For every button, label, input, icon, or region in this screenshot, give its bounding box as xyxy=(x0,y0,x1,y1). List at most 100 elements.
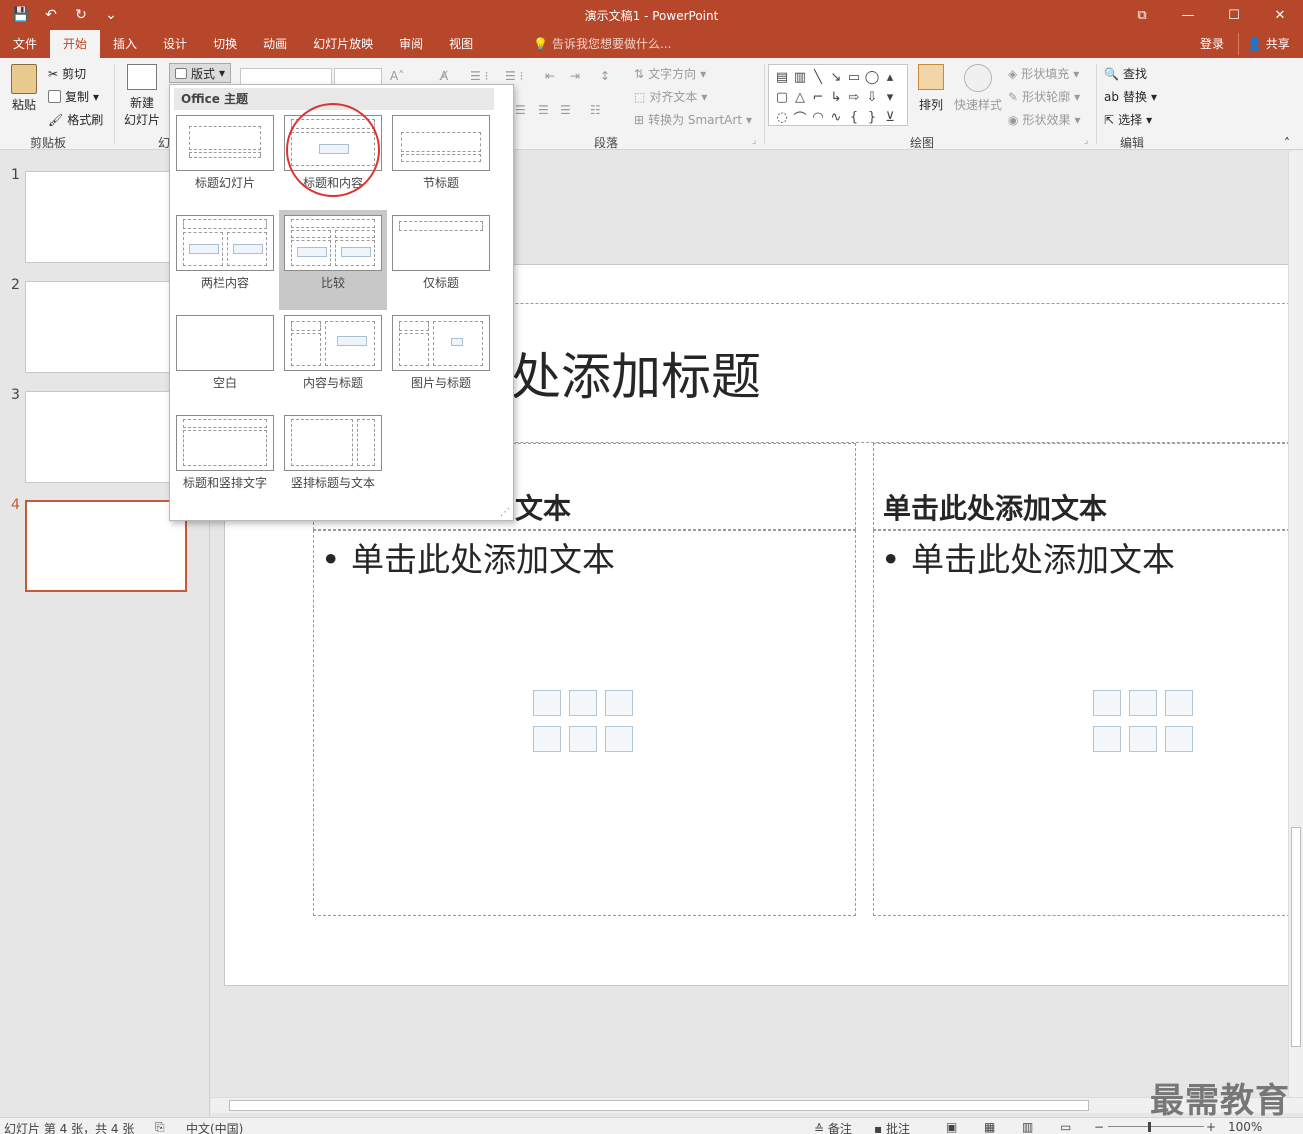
numbering-icon[interactable]: ☰ ⁝ xyxy=(505,69,523,83)
tab-review[interactable]: 审阅 xyxy=(386,30,436,58)
right-arrow-shape-icon[interactable]: ⇨ xyxy=(845,87,863,107)
shape-fill-button[interactable]: ◈ 形状填充 ▾ xyxy=(1008,65,1079,82)
zoom-in-icon[interactable]: + xyxy=(1206,1120,1216,1134)
zoom-slider[interactable] xyxy=(1108,1126,1204,1127)
left-brace-shape-icon[interactable]: { xyxy=(845,107,863,127)
resize-grip-icon[interactable]: ⋰ xyxy=(500,507,510,518)
convert-smartart-button[interactable]: ⊞ 转换为 SmartArt ▾ xyxy=(634,111,752,128)
paste-button[interactable]: 粘贴 xyxy=(8,64,40,113)
tab-animations[interactable]: 动画 xyxy=(250,30,300,58)
text-direction-button[interactable]: ⇅ 文字方向 ▾ xyxy=(634,65,706,82)
tab-transitions[interactable]: 切换 xyxy=(200,30,250,58)
slide-thumbnail-2[interactable] xyxy=(25,281,187,373)
insert-picture-icon[interactable] xyxy=(1093,726,1121,752)
insert-chart-icon[interactable] xyxy=(569,690,597,716)
insert-table-icon[interactable] xyxy=(533,690,561,716)
vertical-scrollbar[interactable] xyxy=(1288,151,1303,1097)
tab-slideshow[interactable]: 幻灯片放映 xyxy=(300,30,386,58)
decrease-indent-icon[interactable]: ⇤ xyxy=(545,69,555,83)
share-button[interactable]: 👤 共享 xyxy=(1238,33,1298,55)
slide-sorter-view-icon[interactable]: ▦ xyxy=(984,1120,995,1134)
layout-title-only[interactable]: 仅标题 xyxy=(387,210,495,306)
insert-picture-icon[interactable] xyxy=(533,726,561,752)
paragraph-launcher-icon[interactable]: ⌟ xyxy=(752,136,756,146)
slide-thumbnail-4[interactable] xyxy=(25,500,187,592)
tab-home[interactable]: 开始 xyxy=(50,30,101,58)
line-shape-icon[interactable]: ╲ xyxy=(809,67,827,87)
down-arrow-shape-icon[interactable]: ⇩ xyxy=(863,87,881,107)
insert-video-icon[interactable] xyxy=(605,726,633,752)
comments-button[interactable]: ▪ 批注 xyxy=(874,1120,910,1134)
font-size-increase-icon[interactable]: A˄ xyxy=(390,69,404,83)
align-center-icon[interactable]: ☰ xyxy=(538,103,549,117)
scribble-shape-icon[interactable]: ∿ xyxy=(827,107,845,127)
align-text-button[interactable]: ⬚ 对齐文本 ▾ xyxy=(634,88,707,105)
layout-section-header[interactable]: 节标题 xyxy=(387,110,495,206)
gallery-scroll-down-icon[interactable]: ▾ xyxy=(881,87,899,107)
bullets-icon[interactable]: ☰ ⁝ xyxy=(470,69,488,83)
layout-content-with-caption[interactable]: 内容与标题 xyxy=(279,310,387,406)
gallery-scroll-up-icon[interactable]: ▴ xyxy=(881,67,899,87)
right-content-placeholder[interactable] xyxy=(873,530,1291,916)
curve-shape-icon[interactable]: ⌒ xyxy=(791,107,809,127)
shape-effects-button[interactable]: ◉ 形状效果 ▾ xyxy=(1008,111,1081,128)
tell-me-search[interactable]: 💡 告诉我您想要做什么... xyxy=(533,30,671,58)
freeform-shape-icon[interactable]: ◌ xyxy=(773,107,791,127)
clear-formatting-icon[interactable]: A̸ xyxy=(440,69,448,83)
drawing-launcher-icon[interactable]: ⌟ xyxy=(1084,136,1088,146)
align-left-icon[interactable]: ☰ xyxy=(515,103,526,117)
oval-shape-icon[interactable]: ◯ xyxy=(863,67,881,87)
insert-online-picture-icon[interactable] xyxy=(569,726,597,752)
zoom-out-icon[interactable]: − xyxy=(1094,1120,1104,1134)
tab-view[interactable]: 视图 xyxy=(436,30,486,58)
arrow-line-shape-icon[interactable]: ↘ xyxy=(827,67,845,87)
layout-comparison[interactable]: 比较 xyxy=(279,210,387,310)
format-painter-button[interactable]: 🖌 格式刷 xyxy=(48,111,103,128)
shape-outline-button[interactable]: ✎ 形状轮廓 ▾ xyxy=(1008,88,1080,105)
insert-smartart-icon[interactable] xyxy=(605,690,633,716)
align-right-icon[interactable]: ☰ xyxy=(560,103,571,117)
close-icon[interactable]: ✕ xyxy=(1257,0,1303,30)
elbow-connector-shape-icon[interactable]: ⌐ xyxy=(809,87,827,107)
columns-icon[interactable]: ☷ xyxy=(590,103,601,117)
rectangle-shape-icon[interactable]: ▭ xyxy=(845,67,863,87)
tab-file[interactable]: 文件 xyxy=(0,30,50,58)
layout-title-and-vertical-text[interactable]: 标题和竖排文字 xyxy=(171,410,279,506)
insert-chart-icon[interactable] xyxy=(1129,690,1157,716)
triangle-shape-icon[interactable]: △ xyxy=(791,87,809,107)
zoom-slider-handle[interactable] xyxy=(1148,1122,1151,1132)
insert-table-icon[interactable] xyxy=(1093,690,1121,716)
layout-two-content[interactable]: 两栏内容 xyxy=(171,210,279,306)
maximize-icon[interactable]: ☐ xyxy=(1211,0,1257,30)
layout-vertical-title-and-text[interactable]: 竖排标题与文本 xyxy=(279,410,387,506)
select-button[interactable]: ⇱ 选择 ▾ xyxy=(1104,111,1152,128)
tab-design[interactable]: 设计 xyxy=(150,30,200,58)
signin-link[interactable]: 登录 xyxy=(1200,30,1224,58)
slideshow-view-icon[interactable]: ▭ xyxy=(1060,1120,1071,1134)
slide-thumbnail-1[interactable] xyxy=(25,171,187,263)
cut-button[interactable]: ✂ 剪切 xyxy=(48,65,86,82)
textbox-shape-icon[interactable]: ▤ xyxy=(773,67,791,87)
layout-blank[interactable]: 空白 xyxy=(171,310,279,406)
horizontal-scroll-thumb[interactable] xyxy=(229,1100,1089,1111)
layout-title-slide[interactable]: 标题幻灯片 xyxy=(171,110,279,206)
tab-insert[interactable]: 插入 xyxy=(100,30,150,58)
collapse-ribbon-icon[interactable]: ˄ xyxy=(1284,136,1290,150)
new-slide-button[interactable]: 新建 幻灯片 xyxy=(118,64,166,128)
insert-online-picture-icon[interactable] xyxy=(1129,726,1157,752)
ribbon-display-options-icon[interactable]: ⧉ xyxy=(1119,0,1165,30)
zoom-level[interactable]: 100% xyxy=(1228,1120,1262,1134)
find-button[interactable]: 🔍 查找 xyxy=(1104,65,1147,82)
minimize-icon[interactable]: — xyxy=(1165,0,1211,30)
gallery-more-icon[interactable]: ⊻ xyxy=(881,107,899,127)
slide-thumbnail-3[interactable] xyxy=(25,391,187,483)
replace-button[interactable]: ab 替换 ▾ xyxy=(1104,88,1157,105)
reading-view-icon[interactable]: ▥ xyxy=(1022,1120,1033,1134)
notes-button[interactable]: ≙ 备注 xyxy=(814,1120,852,1134)
language-status[interactable]: 中文(中国) xyxy=(186,1120,243,1134)
horizontal-scrollbar[interactable] xyxy=(211,1097,1303,1113)
layout-picture-with-caption[interactable]: 图片与标题 xyxy=(387,310,495,406)
copy-button[interactable]: 复制 ▾ xyxy=(48,88,99,105)
spell-check-icon[interactable]: ⎘ xyxy=(155,1120,165,1134)
insert-smartart-icon[interactable] xyxy=(1165,690,1193,716)
